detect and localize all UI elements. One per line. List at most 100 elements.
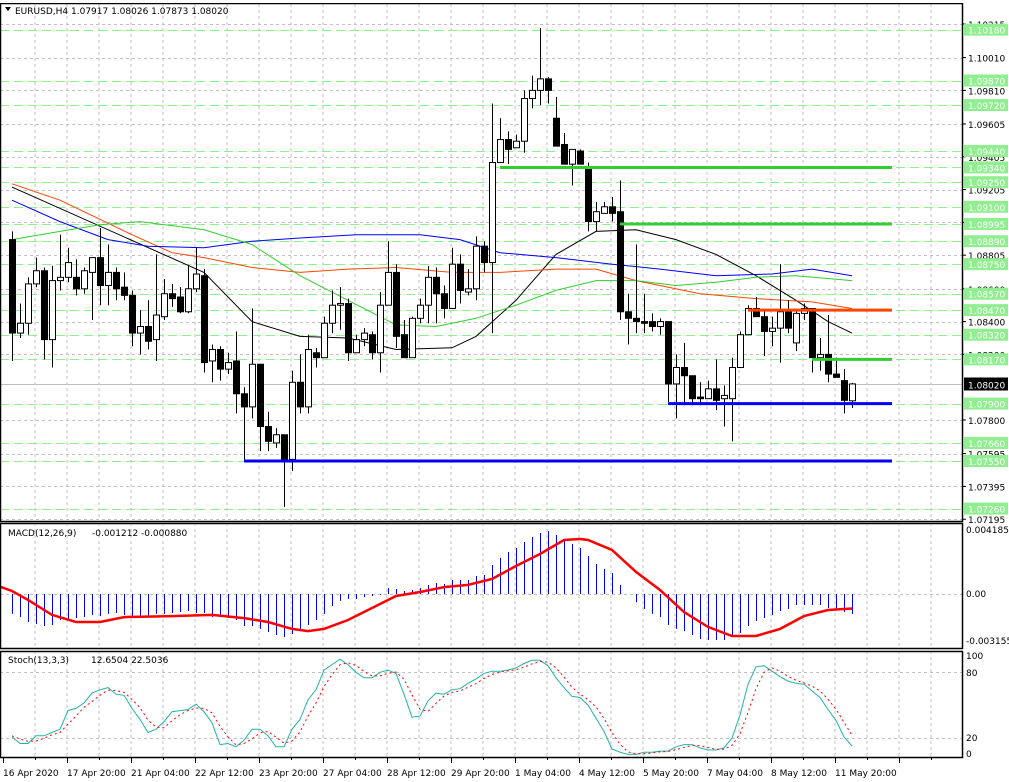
candle-body-bullish <box>513 140 520 149</box>
moving-averages <box>11 183 853 351</box>
candle-body-bullish <box>273 434 280 444</box>
candle-body-bullish <box>449 263 456 309</box>
candle-body-bearish <box>369 334 376 354</box>
candle <box>121 272 128 301</box>
candle-body-bullish <box>385 271 392 306</box>
candle-body-bearish <box>665 321 672 385</box>
candle <box>273 428 280 448</box>
candle <box>465 269 472 296</box>
level-price-label: 1.07260 <box>968 506 1005 516</box>
candle <box>641 293 648 334</box>
candle <box>481 241 488 273</box>
candle-body-bearish <box>545 78 552 91</box>
candle-body-bearish <box>761 316 768 332</box>
candle <box>241 387 248 460</box>
candle <box>137 310 144 355</box>
candle-body-bullish <box>849 383 856 402</box>
candle-body-bullish <box>137 326 144 334</box>
candle <box>145 300 152 350</box>
time-label: 23 Apr 20:00 <box>259 769 318 779</box>
candle-body-bearish <box>281 434 288 460</box>
candle <box>825 315 832 383</box>
candle <box>433 267 440 324</box>
candle-body-bearish <box>609 206 616 214</box>
candle <box>361 328 368 347</box>
candle-body-bullish <box>305 348 312 408</box>
candle <box>617 180 624 320</box>
candle-body-bearish <box>553 117 560 147</box>
candle <box>201 269 208 373</box>
candle <box>57 234 64 291</box>
candle-body-bullish <box>473 245 480 290</box>
candle <box>225 352 232 375</box>
candle <box>729 357 736 442</box>
candle-body-bearish <box>73 276 80 290</box>
candle-body-bullish <box>793 312 800 344</box>
candle-body-bearish <box>585 166 592 223</box>
candle <box>561 133 568 165</box>
candle-body-bullish <box>673 367 680 385</box>
candle <box>753 297 760 318</box>
candle <box>545 77 552 104</box>
level-price-label: 1.09250 <box>968 179 1005 189</box>
candle <box>785 300 792 334</box>
top-margin <box>0 0 1009 3</box>
candle-body-bearish <box>297 381 304 408</box>
candle <box>505 131 512 165</box>
candle-body-bullish <box>81 270 88 290</box>
macd-panel <box>0 531 962 640</box>
dropdown-triangle-icon[interactable] <box>5 7 11 11</box>
candle-body-bullish <box>57 276 64 282</box>
candle <box>793 308 800 352</box>
candle <box>409 316 416 359</box>
level-price-label: 1.08170 <box>968 356 1005 366</box>
candle <box>345 298 352 361</box>
level-price-label: 1.07550 <box>968 458 1005 468</box>
candle <box>769 316 776 347</box>
time-label: 1 May 04:00 <box>515 769 571 779</box>
macd-axis-label: -0.003155 <box>966 637 1009 647</box>
candle <box>529 75 536 109</box>
time-label: 7 May 04:00 <box>707 769 763 779</box>
candle-body-bearish <box>617 211 624 313</box>
candle-body-bullish <box>185 288 192 313</box>
candle <box>281 434 288 507</box>
price-axis[interactable]: 1.102151.100101.098101.096051.094051.092… <box>962 21 1009 760</box>
candle-body-bearish <box>697 396 704 400</box>
candle-body-bullish <box>25 283 32 324</box>
candle <box>457 254 464 304</box>
candle <box>337 287 344 330</box>
candle-body-bearish <box>345 303 352 354</box>
candle-body-bearish <box>841 380 848 401</box>
time-label: 16 Apr 2020 <box>3 769 59 779</box>
candle <box>169 283 176 307</box>
stoch-values: 12.6504 22.5036 <box>91 656 169 666</box>
candle <box>233 331 240 414</box>
candle <box>257 363 264 452</box>
candle <box>369 331 376 360</box>
time-axis[interactable]: 16 Apr 2020 17 Apr 20:00 21 Apr 04:00 22 Ap… <box>3 757 932 779</box>
candle <box>97 228 104 306</box>
candle <box>633 244 640 334</box>
price-tick-label: 1.10010 <box>968 55 1005 65</box>
level-price-label: 1.09720 <box>968 102 1005 112</box>
price-tick-label: 1.09605 <box>968 121 1005 131</box>
candle-body-bullish <box>489 162 496 264</box>
time-label: 8 May 12:00 <box>771 769 827 779</box>
candle <box>473 236 480 301</box>
candle <box>737 331 744 369</box>
candle-body-bearish <box>145 326 152 342</box>
candle <box>489 103 496 334</box>
candle-body-bearish <box>681 367 688 377</box>
stoch-panel <box>0 658 962 755</box>
candle <box>681 342 688 406</box>
level-price-label: 1.08750 <box>968 261 1005 271</box>
candle-body-bullish <box>65 262 72 278</box>
candle-body-bearish <box>113 271 120 290</box>
candle-body-bullish <box>417 304 424 319</box>
candle <box>649 313 656 332</box>
trading-chart[interactable]: 1.102151.100101.098101.096051.094051.092… <box>0 0 1009 782</box>
candle-body-bullish <box>657 321 664 328</box>
candle-body-bearish <box>649 321 656 328</box>
candle-body-bearish <box>313 352 320 359</box>
